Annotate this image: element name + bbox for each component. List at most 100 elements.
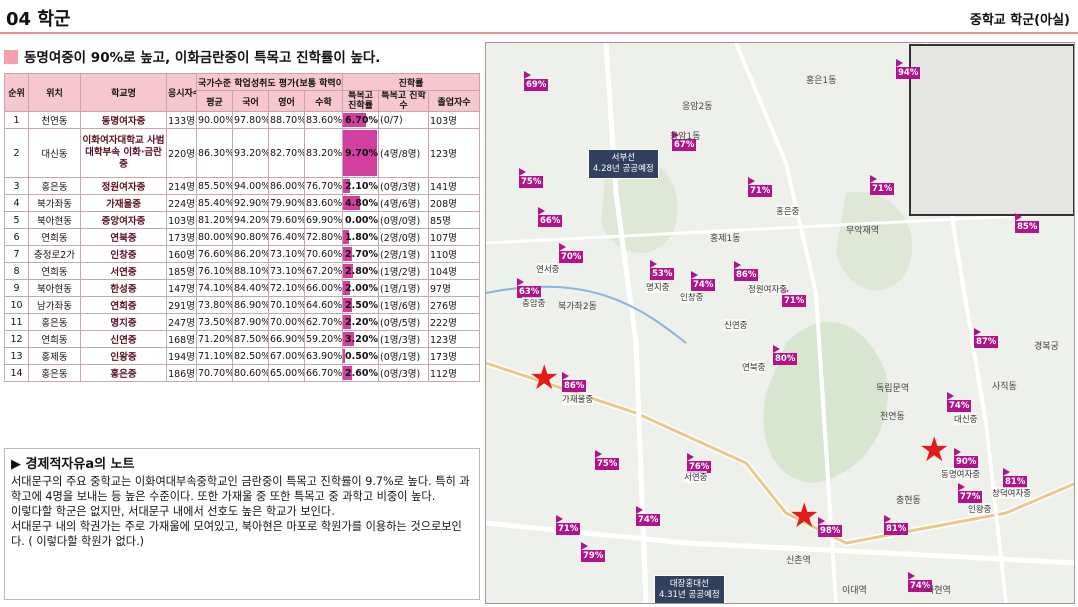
school-label[interactable]: 정원여자중 — [748, 283, 788, 295]
rate-pin[interactable]: 75% — [519, 168, 544, 188]
rate-pin[interactable]: 87% — [974, 328, 999, 348]
school-map[interactable]: 서부선 4.28년 공공예정 대장홍대선 4.31년 공공예정 69% 75% 67… — [485, 42, 1075, 604]
area-label: 아현역 — [926, 586, 951, 596]
cell-avg: 80.00% — [196, 228, 233, 246]
school-label[interactable]: 인창중 — [680, 291, 704, 303]
cell-math: 70.60% — [303, 245, 344, 263]
cell-adv-count: (2명/1명) — [378, 245, 430, 263]
cell-rank: 14 — [4, 364, 29, 382]
rate-pin[interactable]: 66% — [538, 207, 563, 227]
col-avg: 평균 — [196, 90, 233, 112]
cell-math: 83.60% — [303, 111, 344, 129]
rate-pin[interactable]: 75% — [595, 450, 620, 470]
cell-rank: 4 — [4, 194, 29, 212]
rate-pin[interactable]: 74% — [636, 506, 661, 526]
cell-kor: 86.20% — [232, 245, 269, 263]
area-label: 응암2동 — [682, 102, 713, 112]
cell-school: 서연중 — [80, 262, 167, 280]
table-row: 1 천연동 동명여자중 133명 90.00% 97.80% 88.70% 83.60% 6.7… — [4, 111, 481, 129]
area-label: 홍제1동 — [710, 234, 741, 244]
rate-pin[interactable]: 98% — [818, 517, 843, 537]
cell-location: 홍은동 — [28, 177, 81, 195]
rate-pin[interactable]: 69% — [524, 71, 549, 91]
cell-eng: 86.00% — [268, 177, 305, 195]
daejang-hongdae-line-sign-text: 대장홍대선 4.31년 공공예정 — [659, 579, 720, 600]
cell-kor: 94.20% — [232, 211, 269, 229]
cell-rank: 8 — [4, 262, 29, 280]
cell-eng: 67.00% — [268, 347, 305, 365]
rate-pin[interactable]: 77% — [958, 483, 983, 503]
cell-kor: 93.20% — [232, 128, 269, 178]
school-label[interactable]: 서연중 — [684, 471, 708, 483]
table-row: 2 대신동 이화여자대학교 사범대학부속 이화·금란중 220명 86.30% 93.20… — [4, 128, 481, 178]
rate-pin[interactable]: 79% — [581, 542, 606, 562]
rate-pin[interactable]: 81% — [884, 515, 909, 535]
rate-pin[interactable]: 71% — [870, 175, 895, 195]
rate-pin[interactable]: 80% — [773, 345, 798, 365]
cell-grads: 85명 — [428, 211, 481, 229]
school-label[interactable]: 연서중 — [536, 263, 560, 275]
school-label[interactable]: 홍은중 — [776, 205, 800, 217]
cell-kor: 90.80% — [232, 228, 269, 246]
cell-location: 홍제동 — [28, 347, 81, 365]
cell-rank: 9 — [4, 279, 29, 297]
school-label[interactable]: 가재울중 — [562, 393, 594, 405]
cell-eng: 82.70% — [268, 128, 305, 178]
table-row: 7 충정로2가 인창중 160명 76.60% 86.20% 73.10% 70.60% 2.7… — [4, 245, 481, 263]
rate-pin[interactable]: 74% — [947, 392, 972, 412]
school-label[interactable]: 충암중 — [522, 297, 546, 309]
rate-pin[interactable]: 71% — [556, 515, 581, 535]
cell-location: 충정로2가 — [28, 245, 81, 263]
section-title: 04 학군 — [6, 9, 71, 30]
school-label[interactable]: 신연중 — [724, 319, 748, 331]
cell-eng: 73.10% — [268, 245, 305, 263]
rate-pin[interactable]: 74% — [691, 271, 716, 291]
school-label[interactable]: 인왕중 — [968, 503, 992, 515]
school-label[interactable]: 대신중 — [954, 413, 978, 425]
rate-pin[interactable]: 53% — [650, 260, 675, 280]
cell-eng: 65.00% — [268, 364, 305, 382]
cell-grads: 110명 — [428, 245, 481, 263]
cell-kor: 86.90% — [232, 296, 269, 314]
cell-school: 연희중 — [80, 296, 167, 314]
adv-rate-value: 1.80% — [345, 231, 378, 243]
cell-location: 홍은동 — [28, 364, 81, 382]
cell-applicants: 185명 — [166, 262, 197, 280]
rate-pin[interactable]: 86% — [562, 372, 587, 392]
cell-math: 69.90% — [303, 211, 344, 229]
rate-pin[interactable]: 71% — [782, 287, 807, 307]
table-row: 3 홍은동 정원여자중 214명 85.50% 94.00% 86.00% 76.70% 2.1… — [4, 177, 481, 195]
area-label: 이대역 — [842, 586, 867, 596]
cell-rank: 10 — [4, 296, 29, 314]
cell-applicants: 194명 — [166, 347, 197, 365]
cell-applicants: 214명 — [166, 177, 197, 195]
cell-adv-count: (1명/6명) — [378, 296, 430, 314]
cell-location: 연희동 — [28, 330, 81, 348]
school-label[interactable]: 창덕여자중 — [992, 487, 1032, 499]
area-label: 응암1동 — [670, 132, 701, 142]
rate-pin[interactable]: 85% — [1015, 213, 1040, 233]
cell-school: 홍은중 — [80, 364, 167, 382]
cell-kor: 88.10% — [232, 262, 269, 280]
school-name-multiline: 이화여자대학교 사범대학부속 이화·금란중 — [82, 135, 165, 170]
cell-math: 83.60% — [303, 194, 344, 212]
rate-pin[interactable]: 70% — [559, 243, 584, 263]
cell-location: 연희동 — [28, 228, 81, 246]
rate-pin[interactable]: 71% — [748, 177, 773, 197]
school-label[interactable]: 연북중 — [742, 361, 766, 373]
cell-location: 홍은동 — [28, 313, 81, 331]
cell-math: 63.90% — [303, 347, 344, 365]
rate-pin[interactable]: 86% — [734, 261, 759, 281]
cell-applicants: 173명 — [166, 228, 197, 246]
cell-kor: 94.00% — [232, 177, 269, 195]
cell-kor: 87.90% — [232, 313, 269, 331]
rate-pin[interactable]: 90% — [954, 448, 979, 468]
cell-adv-count: (0명/3명) — [378, 364, 430, 382]
seobu-line-sign-text: 서부선 4.28년 공공예정 — [593, 153, 654, 174]
cell-grads: 141명 — [428, 177, 481, 195]
cell-kor: 80.60% — [232, 364, 269, 382]
rate-pin[interactable]: 94% — [896, 59, 921, 79]
school-label[interactable]: 명지중 — [646, 281, 670, 293]
cell-location: 북가좌동 — [28, 194, 81, 212]
adv-rate-value: 0.00% — [345, 214, 378, 226]
